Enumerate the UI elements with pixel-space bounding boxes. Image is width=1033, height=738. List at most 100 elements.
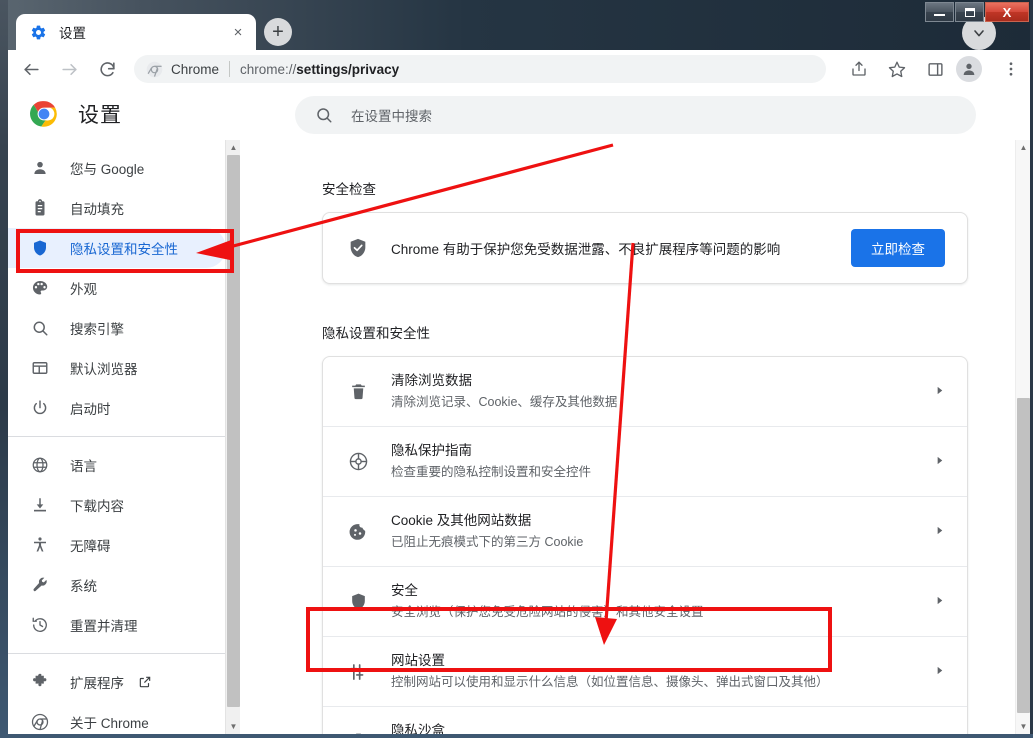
row-text: 清除浏览数据 清除浏览记录、Cookie、缓存及其他数据 — [391, 371, 924, 412]
download-icon — [30, 495, 50, 515]
sidebar-label: 您与 Google — [70, 162, 145, 177]
sidebar-item-system[interactable]: 系统 — [8, 565, 226, 605]
sidebar-label: 无障碍 — [70, 539, 111, 554]
sidebar-label: 隐私设置和安全性 — [70, 242, 178, 257]
row-text: 隐私沙盒 试用版功能已开启 — [391, 721, 920, 734]
chevron-right-icon — [934, 595, 945, 609]
row-title: 隐私沙盒 — [391, 723, 445, 734]
share-icon[interactable] — [844, 54, 874, 84]
content-scrollbar[interactable]: ▲ ▼ — [1015, 140, 1030, 734]
side-panel-icon[interactable] — [920, 54, 950, 84]
list-item-privacy-sandbox[interactable]: 隐私沙盒 试用版功能已开启 — [323, 706, 967, 734]
settings-body: 您与 Google 自动填充 隐私设置和安全性 外观 搜索引擎 默认浏览器 启动… — [8, 140, 1030, 734]
close-icon[interactable]: × — [228, 22, 248, 42]
safety-check-row: Chrome 有助于保护您免受数据泄露、不良扩展程序等问题的影响 立即检查 — [323, 213, 967, 283]
sidebar-item-on-startup[interactable]: 启动时 — [8, 388, 226, 428]
trash-icon — [347, 381, 369, 403]
toolbar-actions — [836, 54, 1030, 84]
list-item-cookies[interactable]: Cookie 及其他网站数据 已阻止无痕模式下的第三方 Cookie — [323, 496, 967, 566]
safety-check-section-title: 安全检查 — [322, 182, 376, 197]
sidebar-item-privacy-and-security[interactable]: 隐私设置和安全性 — [8, 228, 226, 268]
clipboard-icon — [30, 198, 50, 218]
list-item-security[interactable]: 安全 安全浏览（保护您免受危险网站的侵害）和其他安全设置 — [323, 566, 967, 636]
search-icon — [317, 108, 332, 123]
sidebar-item-about-chrome[interactable]: 关于 Chrome — [8, 702, 226, 738]
sidebar-item-appearance[interactable]: 外观 — [8, 268, 226, 308]
row-text: 安全 安全浏览（保护您免受危险网站的侵害）和其他安全设置 — [391, 581, 924, 622]
minimize-button[interactable] — [925, 2, 954, 22]
sidebar-label: 外观 — [70, 282, 97, 297]
browser-toolbar: Chrome chrome://settings/privacy — [8, 50, 1030, 88]
person-icon — [30, 158, 50, 178]
scroll-down-icon[interactable]: ▼ — [226, 719, 241, 734]
tab-title: 设置 — [59, 26, 86, 41]
list-item-site-settings[interactable]: 网站设置 控制网站可以使用和显示什么信息（如位置信息、摄像头、弹出式窗口及其他） — [323, 636, 967, 706]
three-dot-menu-icon[interactable] — [996, 54, 1026, 84]
sidebar-item-accessibility[interactable]: 无障碍 — [8, 525, 226, 565]
row-subtitle: 已阻止无痕模式下的第三方 Cookie — [391, 535, 584, 550]
window-controls: X — [924, 2, 1029, 22]
browser-tab[interactable]: 设置 × — [16, 14, 256, 50]
safety-check-description: Chrome 有助于保护您免受数据泄露、不良扩展程序等问题的影响 — [391, 242, 781, 257]
window-frame-bottom — [0, 734, 1033, 738]
chevron-right-icon — [934, 525, 945, 539]
sidebar-item-downloads[interactable]: 下载内容 — [8, 485, 226, 525]
sidebar-item-search-engine[interactable]: 搜索引擎 — [8, 308, 226, 348]
sidebar-label: 默认浏览器 — [70, 362, 138, 377]
sidebar: 您与 Google 自动填充 隐私设置和安全性 外观 搜索引擎 默认浏览器 启动… — [8, 140, 241, 734]
page-title: 设置 — [78, 104, 122, 127]
maximize-button[interactable] — [955, 2, 984, 22]
forward-icon — [54, 54, 84, 84]
sidebar-divider-1 — [8, 436, 240, 437]
row-title: 清除浏览数据 — [391, 373, 472, 388]
list-item-privacy-guide[interactable]: 隐私保护指南 检查重要的隐私控制设置和安全控件 — [323, 426, 967, 496]
content-scroll-thumb[interactable] — [1017, 398, 1030, 713]
sidebar-item-default-browser[interactable]: 默认浏览器 — [8, 348, 226, 388]
browser-window: 设置 × + X Chrome chrome://settings/privac… — [0, 0, 1033, 738]
back-icon[interactable] — [16, 54, 46, 84]
url-path: settings/privacy — [296, 61, 400, 77]
sidebar-item-reset-and-cleanup[interactable]: 重置并清理 — [8, 605, 226, 645]
settings-header: 设置 在设置中搜索 — [8, 88, 1030, 140]
privacy-section-title: 隐私设置和安全性 — [322, 326, 430, 341]
close-button[interactable]: X — [985, 2, 1029, 22]
row-title: 隐私保护指南 — [391, 443, 472, 458]
accessibility-icon — [30, 535, 50, 555]
sidebar-label: 搜索引擎 — [70, 322, 124, 337]
scroll-up-icon[interactable]: ▲ — [226, 140, 241, 155]
safety-check-card: Chrome 有助于保护您免受数据泄露、不良扩展程序等问题的影响 立即检查 — [322, 212, 968, 284]
search-input[interactable]: 在设置中搜索 — [295, 96, 976, 134]
scroll-up-icon[interactable]: ▲ — [1016, 140, 1030, 155]
omnibox-chip-label: Chrome — [171, 61, 220, 77]
list-item-clear-browsing-data[interactable]: 清除浏览数据 清除浏览记录、Cookie、缓存及其他数据 — [323, 357, 967, 426]
url-prefix: chrome:// — [240, 61, 297, 77]
sidebar-label: 启动时 — [70, 402, 111, 417]
sidebar-scrollbar[interactable]: ▲ ▼ — [225, 140, 241, 734]
chevron-right-icon — [934, 665, 945, 679]
sidebar-item-extensions[interactable]: 扩展程序 — [8, 662, 226, 702]
sidebar-item-autofill[interactable]: 自动填充 — [8, 188, 226, 228]
new-tab-button[interactable]: + — [264, 18, 292, 46]
sidebar-label: 系统 — [70, 579, 97, 594]
sidebar-scroll-thumb[interactable] — [227, 155, 240, 707]
power-icon — [30, 398, 50, 418]
scroll-down-icon[interactable]: ▼ — [1016, 719, 1030, 734]
sidebar-item-you-and-google[interactable]: 您与 Google — [8, 148, 226, 188]
row-title: Cookie 及其他网站数据 — [391, 513, 532, 528]
chrome-logo-icon — [30, 100, 58, 128]
avatar[interactable] — [956, 56, 982, 82]
star-icon[interactable] — [882, 54, 912, 84]
tab-strip: 设置 × + X — [0, 0, 1033, 50]
window-frame-left — [0, 0, 8, 738]
settings-content: 安全检查 Chrome 有助于保护您免受数据泄露、不良扩展程序等问题的影响 立即… — [240, 140, 1030, 734]
row-text: 隐私保护指南 检查重要的隐私控制设置和安全控件 — [391, 441, 924, 482]
reload-icon[interactable] — [92, 54, 122, 84]
chrome-icon — [146, 61, 163, 77]
browser-window-icon — [30, 358, 50, 378]
check-now-button[interactable]: 立即检查 — [851, 229, 945, 267]
sliders-icon — [347, 661, 369, 683]
sidebar-item-languages[interactable]: 语言 — [8, 445, 226, 485]
search-placeholder: 在设置中搜索 — [351, 109, 432, 124]
globe-icon — [30, 455, 50, 475]
address-bar[interactable]: Chrome chrome://settings/privacy — [134, 55, 826, 83]
